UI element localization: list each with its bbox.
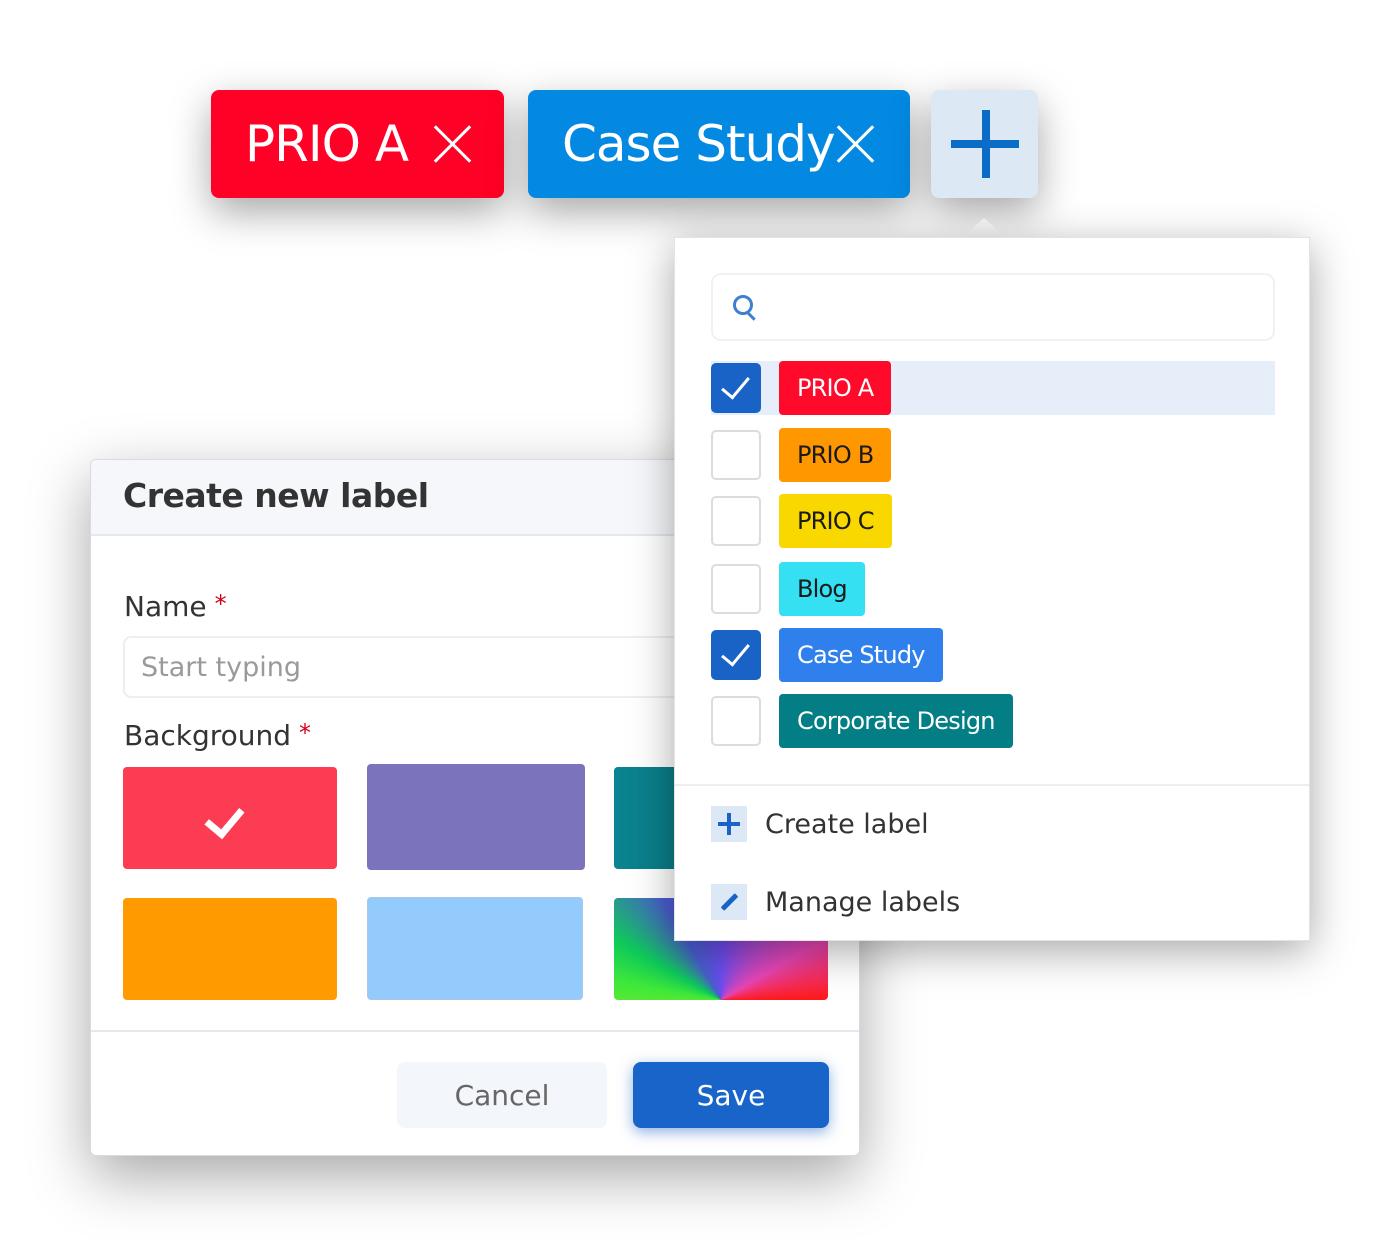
swatch-orange[interactable] (123, 898, 337, 1000)
checkbox[interactable] (711, 696, 761, 746)
required-marker: * (299, 719, 312, 747)
selected-label-chip-prio-a: PRIO A (211, 90, 504, 198)
label-option-blog[interactable]: Blog (711, 562, 1275, 616)
chip-label: PRIO A (245, 115, 409, 173)
manage-labels-text: Manage labels (765, 886, 961, 918)
dropdown-divider (675, 784, 1309, 786)
background-field-label: Background * (124, 719, 311, 752)
swatch-red[interactable] (123, 767, 337, 869)
label-tag: PRIO A (779, 361, 892, 415)
label-option-case-study[interactable]: Case Study (711, 628, 1275, 682)
swatch-light-blue[interactable] (367, 897, 583, 1000)
create-label-text: Create label (765, 808, 929, 840)
swatch-purple[interactable] (367, 764, 585, 870)
background-label-text: Background (124, 719, 292, 752)
label-tag: Corporate Design (779, 694, 1013, 748)
search-icon (733, 295, 753, 315)
label-search-input[interactable] (769, 287, 1263, 329)
pencil-icon (711, 884, 747, 920)
label-picker-dropdown: PRIO A PRIO B PRIO C Blog Case Study Cor… (674, 237, 1310, 941)
label-search-box[interactable] (711, 273, 1275, 341)
label-tag: Case Study (779, 628, 943, 682)
dropdown-pointer (962, 218, 1006, 238)
name-field-label: Name * (124, 590, 227, 623)
plus-icon (711, 806, 747, 842)
close-icon[interactable] (834, 123, 876, 165)
save-button[interactable]: Save (633, 1062, 829, 1128)
dialog-footer-divider (91, 1030, 859, 1032)
label-option-prio-c[interactable]: PRIO C (711, 494, 1275, 548)
required-marker: * (214, 590, 227, 618)
add-label-button[interactable] (931, 90, 1038, 198)
checkbox-checked[interactable] (711, 630, 761, 680)
label-option-prio-a[interactable]: PRIO A (711, 361, 1275, 415)
checkbox[interactable] (711, 496, 761, 546)
label-tag: PRIO C (779, 494, 892, 548)
checkbox[interactable] (711, 564, 761, 614)
manage-labels-action[interactable]: Manage labels (711, 882, 960, 922)
label-tag: PRIO B (779, 428, 892, 482)
dialog-title: Create new label (123, 476, 429, 515)
label-option-corporate-design[interactable]: Corporate Design (711, 694, 1275, 748)
cancel-button[interactable]: Cancel (397, 1062, 607, 1128)
checkbox[interactable] (711, 430, 761, 480)
chip-label: Case Study (562, 115, 836, 173)
name-label-text: Name (124, 590, 207, 623)
create-label-action[interactable]: Create label (711, 804, 929, 844)
label-tag: Blog (779, 562, 865, 616)
label-option-prio-b[interactable]: PRIO B (711, 428, 1275, 482)
checkbox-checked[interactable] (711, 363, 761, 413)
check-icon (204, 797, 245, 840)
close-icon[interactable] (431, 123, 473, 165)
selected-label-chip-case-study: Case Study (528, 90, 910, 198)
